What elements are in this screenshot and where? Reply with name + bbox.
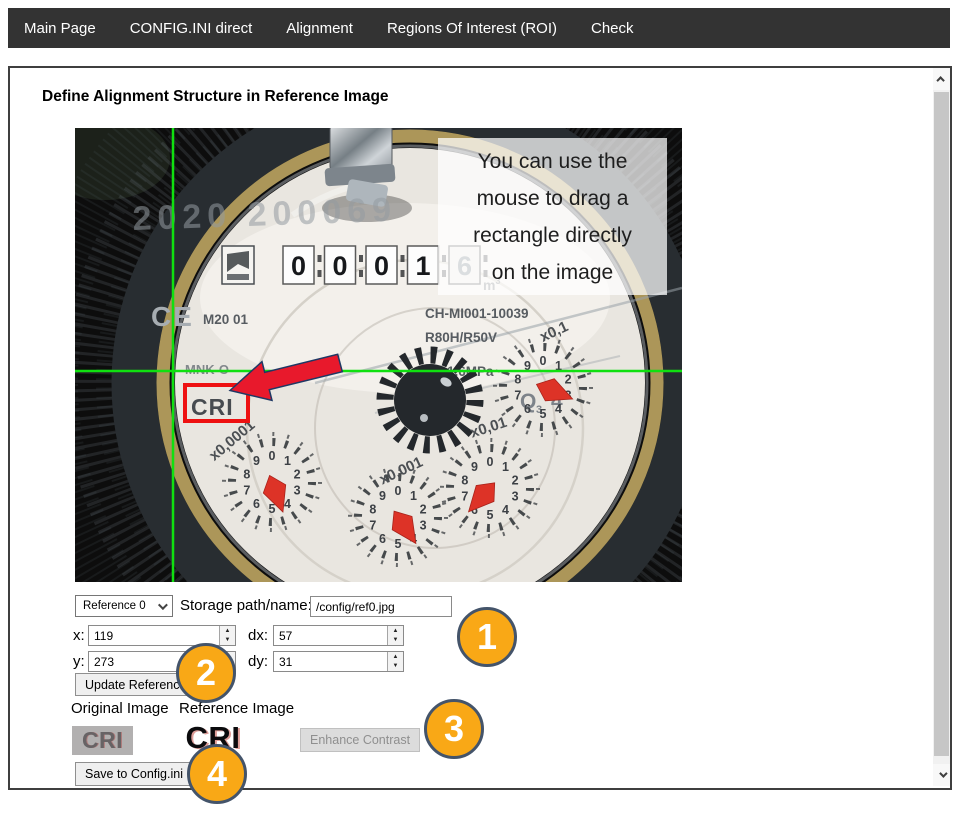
scrollbar-thumb[interactable]	[934, 92, 949, 756]
nav-regions-of-interest[interactable]: Regions Of Interest (ROI)	[387, 20, 557, 37]
spinner-down-icon[interactable]: ▼	[388, 662, 403, 672]
svg-text:7: 7	[369, 519, 376, 533]
scrollbar-up-button[interactable]	[933, 68, 950, 90]
annotation-circle-1: 1	[457, 607, 517, 667]
top-nav: Main Page CONFIG.INI direct Alignment Re…	[8, 8, 950, 48]
dx-input-field[interactable]	[274, 626, 387, 645]
svg-text:3: 3	[294, 484, 301, 498]
scrollbar-down-button[interactable]	[933, 764, 950, 786]
svg-text:7: 7	[514, 389, 521, 403]
x-input[interactable]: ▲▼	[88, 625, 236, 646]
svg-text:9: 9	[379, 489, 386, 503]
svg-text:0: 0	[291, 251, 306, 281]
annotation-circle-2: 2	[176, 643, 236, 703]
storage-path-label: Storage path/name:	[180, 597, 312, 614]
nav-main-page[interactable]: Main Page	[24, 20, 96, 37]
spinner-down-icon[interactable]: ▼	[220, 636, 235, 646]
spinner-up-icon[interactable]: ▲	[388, 626, 403, 636]
nav-check[interactable]: Check	[591, 20, 634, 37]
dy-label: dy:	[248, 653, 268, 670]
dy-input[interactable]: ▲▼	[273, 651, 404, 672]
meter-ratio: R80H/R50V	[425, 330, 497, 345]
meter-type: M20 01	[203, 312, 249, 327]
reference-image[interactable]: 2020 200069 00016 m3 CE M20 01 CH-MI001-…	[75, 128, 682, 582]
svg-text:2: 2	[565, 372, 572, 386]
reference-select[interactable]: Reference 0	[75, 595, 173, 617]
svg-text:1: 1	[410, 489, 417, 503]
dy-input-field[interactable]	[274, 652, 387, 671]
counter-icon	[222, 246, 254, 284]
svg-text:9: 9	[253, 454, 260, 468]
original-image-label: Original Image	[71, 700, 169, 717]
svg-text:0: 0	[374, 251, 389, 281]
svg-text:0: 0	[395, 484, 402, 498]
annotation-circle-4: 4	[187, 744, 247, 804]
x-input-field[interactable]	[89, 626, 219, 645]
x-label: x:	[73, 627, 85, 644]
drag-hint-line: mouse to drag a	[477, 180, 629, 217]
svg-text:6: 6	[253, 497, 260, 511]
x-spinner[interactable]: ▲▼	[219, 626, 235, 645]
storage-path-input[interactable]	[310, 596, 452, 617]
drag-hint-line: rectangle directly	[473, 217, 632, 254]
svg-text:3: 3	[420, 519, 427, 533]
reference-image-label: Reference Image	[179, 700, 294, 717]
svg-text:6: 6	[524, 402, 531, 416]
svg-text:4: 4	[555, 402, 562, 416]
spinner-up-icon[interactable]: ▲	[220, 626, 235, 636]
original-image-crop: CRI	[72, 726, 133, 755]
meter-model: CH-MI001-10039	[425, 306, 529, 321]
drag-hint-overlay: You can use the mouse to drag a rectangl…	[438, 138, 667, 295]
y-label: y:	[73, 653, 85, 670]
dx-input[interactable]: ▲▼	[273, 625, 404, 646]
svg-text:0: 0	[269, 449, 276, 463]
enhance-contrast-button[interactable]: Enhance Contrast	[300, 728, 420, 752]
page: Main Page CONFIG.INI direct Alignment Re…	[0, 0, 960, 816]
drag-hint-line: You can use the	[478, 143, 628, 180]
svg-text:1: 1	[502, 460, 509, 474]
svg-text:0: 0	[487, 455, 494, 469]
dx-label: dx:	[248, 627, 268, 644]
chevron-down-icon	[939, 769, 947, 777]
annotation-circle-3: 3	[424, 699, 484, 759]
nav-config-ini-direct[interactable]: CONFIG.INI direct	[130, 20, 253, 37]
dy-spinner[interactable]: ▲▼	[387, 652, 403, 671]
svg-text:4: 4	[284, 497, 291, 511]
svg-text:1: 1	[415, 251, 430, 281]
drag-hint-line: on the image	[492, 254, 613, 291]
spinner-down-icon[interactable]: ▼	[388, 636, 403, 646]
meter-cri-mark: CRI	[191, 394, 234, 420]
svg-text:8: 8	[514, 372, 521, 386]
svg-text:1: 1	[284, 454, 291, 468]
svg-text:3: 3	[512, 490, 519, 504]
scrollbar[interactable]	[933, 68, 950, 786]
svg-text:0: 0	[332, 251, 347, 281]
spinner-up-icon[interactable]: ▲	[388, 652, 403, 662]
svg-text:5: 5	[487, 508, 494, 522]
svg-text:0: 0	[540, 354, 547, 368]
svg-text:9: 9	[471, 460, 478, 474]
svg-text:8: 8	[461, 473, 468, 487]
svg-text:8: 8	[369, 502, 376, 516]
chevron-up-icon	[936, 76, 944, 84]
save-to-config-button[interactable]: Save to Config.ini	[75, 762, 193, 786]
svg-text:2: 2	[420, 502, 427, 516]
svg-text:5: 5	[540, 407, 547, 421]
meter-brand: MNK-O	[185, 362, 229, 377]
page-title: Define Alignment Structure in Reference …	[42, 88, 389, 106]
nav-alignment[interactable]: Alignment	[286, 20, 353, 37]
svg-text:2: 2	[294, 467, 301, 481]
chevron-down-icon	[158, 600, 168, 610]
dx-spinner[interactable]: ▲▼	[387, 626, 403, 645]
svg-text:4: 4	[502, 503, 509, 517]
svg-text:8: 8	[243, 467, 250, 481]
svg-text:5: 5	[395, 537, 402, 551]
svg-text:7: 7	[243, 484, 250, 498]
svg-text:2: 2	[512, 473, 519, 487]
reference-select-value: Reference 0	[83, 600, 146, 612]
svg-text:7: 7	[461, 490, 468, 504]
svg-text:6: 6	[379, 532, 386, 546]
